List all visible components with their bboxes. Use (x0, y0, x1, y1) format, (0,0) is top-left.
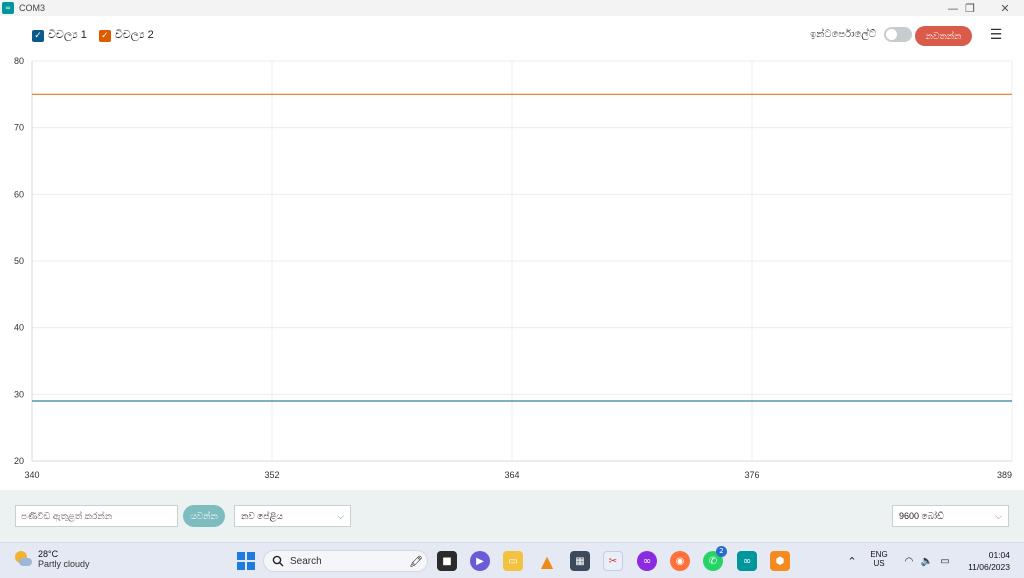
serial-input-bar: පණිවිඩ ඇතුළත් කරන්න යවන්න නව පේළිය ⌵ 960… (0, 490, 1024, 542)
y-tick-label: 80 (14, 56, 24, 66)
partly-cloudy-icon (14, 550, 32, 568)
notification-badge: 2 (716, 546, 727, 557)
baud-rate-select[interactable]: 9600 බෝඩ් ⌵ (892, 505, 1009, 527)
line-ending-select[interactable]: නව පේළිය ⌵ (234, 505, 351, 527)
y-tick-label: 20 (14, 456, 24, 466)
chevron-down-icon: ⌵ (337, 511, 344, 521)
series-legend: ✓ විචල්‍ය 1 ✓ විචල්‍ය 2 (32, 29, 154, 42)
x-tick-label: 389 (997, 470, 1012, 480)
interpolate-label: ඉන්ටර්පොලේට් (810, 29, 877, 40)
calculator-icon[interactable]: ▦ (570, 551, 590, 571)
app-orange-icon[interactable]: ⬢ (770, 551, 790, 571)
snipping-tool-icon[interactable]: ✂ (603, 551, 623, 571)
taskbar: 28°C Partly cloudy Search 🖍 ■ ▶ ▭ ▲ ▦ ✂ … (0, 542, 1024, 578)
battery-icon[interactable]: ▭ (935, 551, 955, 571)
toggle-knob (886, 29, 898, 40)
x-tick-label: 352 (264, 470, 279, 480)
legend-item-series-1[interactable]: ✓ විචල්‍ය 1 (32, 29, 87, 42)
vlc-icon[interactable]: ▲ (537, 551, 557, 571)
chevron-up-icon[interactable]: ⌃ (842, 551, 862, 571)
interpolate-toggle[interactable] (884, 27, 913, 42)
region-code: US (873, 559, 885, 568)
legend-item-series-2[interactable]: ✓ විචල්‍ය 2 (98, 29, 154, 42)
volume-icon[interactable]: 🔈 (917, 551, 937, 571)
y-tick-label: 50 (14, 256, 24, 266)
teams-chat-icon[interactable]: ▶ (470, 551, 490, 571)
line-ending-value: නව පේළිය (241, 511, 283, 521)
search-highlight-icon: 🖍 (409, 554, 423, 568)
message-input[interactable]: පණිවිඩ ඇතුළත් කරන්න (15, 505, 178, 527)
y-tick-label: 60 (14, 189, 24, 199)
close-button[interactable]: ✕ (988, 0, 1022, 16)
y-tick-label: 30 (14, 389, 24, 399)
y-tick-label: 40 (14, 323, 24, 333)
arduino-ide-icon[interactable]: ∞ (737, 551, 757, 571)
clock-time: 01:04 (988, 550, 1010, 560)
stop-button[interactable]: නවතන්න (915, 26, 972, 46)
plot-chart: 20 30 40 50 60 70 80 340 352 364 376 389 (14, 56, 1013, 480)
serial-plotter-window: ∞ COM3 — ❐ ✕ ✓ විචල්‍ය 1 ✓ විචල්‍ය 2 ඉන්… (0, 0, 1024, 578)
series-1-checkbox[interactable]: ✓ (32, 29, 44, 42)
baud-rate-value: 9600 බෝඩ් (899, 511, 944, 521)
weather-description: Partly cloudy (38, 559, 90, 569)
series-1-label: විචල්‍ය 1 (48, 29, 87, 41)
arduino-logo-icon: ∞ (2, 2, 14, 14)
app-icon[interactable]: ∞ (637, 551, 657, 571)
weather-widget[interactable]: 28°C Partly cloudy (14, 549, 90, 569)
series-2-label: විචල්‍ය 2 (114, 29, 154, 41)
task-view-icon[interactable]: ■ (437, 551, 457, 571)
chevron-down-icon: ⌵ (995, 511, 1002, 521)
x-tick-label: 376 (744, 470, 759, 480)
windows-start-icon[interactable] (236, 551, 256, 571)
language-code: ENG (870, 550, 888, 559)
series-2-checkbox[interactable]: ✓ (98, 29, 111, 42)
search-icon (272, 555, 284, 567)
wifi-icon[interactable]: ◠ (899, 551, 919, 571)
title-bar: ∞ COM3 — ❐ ✕ (0, 0, 1024, 16)
x-tick-label: 340 (24, 470, 39, 480)
weather-temperature: 28°C (38, 549, 59, 559)
clock[interactable]: 01:04 11/06/2023 (958, 549, 1010, 573)
whatsapp-icon[interactable]: ✆ 2 (703, 546, 727, 571)
send-button[interactable]: යවන්න (183, 505, 225, 527)
y-tick-label: 70 (14, 123, 24, 133)
maximize-button[interactable]: ❐ (953, 0, 987, 16)
search-label: Search (290, 555, 322, 567)
x-tick-label: 364 (504, 470, 519, 480)
list-menu-icon[interactable]: ☰ (986, 27, 1006, 43)
interpolate-control: ඉන්ටර්පොලේට් (810, 27, 913, 42)
language-indicator[interactable]: ENG US (866, 550, 892, 568)
firefox-icon[interactable]: ◉ (670, 551, 690, 571)
file-explorer-icon[interactable]: ▭ (503, 551, 523, 571)
window-title: COM3 (19, 3, 46, 13)
taskbar-search[interactable]: Search 🖍 (263, 550, 428, 572)
clock-date: 11/06/2023 (968, 562, 1010, 572)
